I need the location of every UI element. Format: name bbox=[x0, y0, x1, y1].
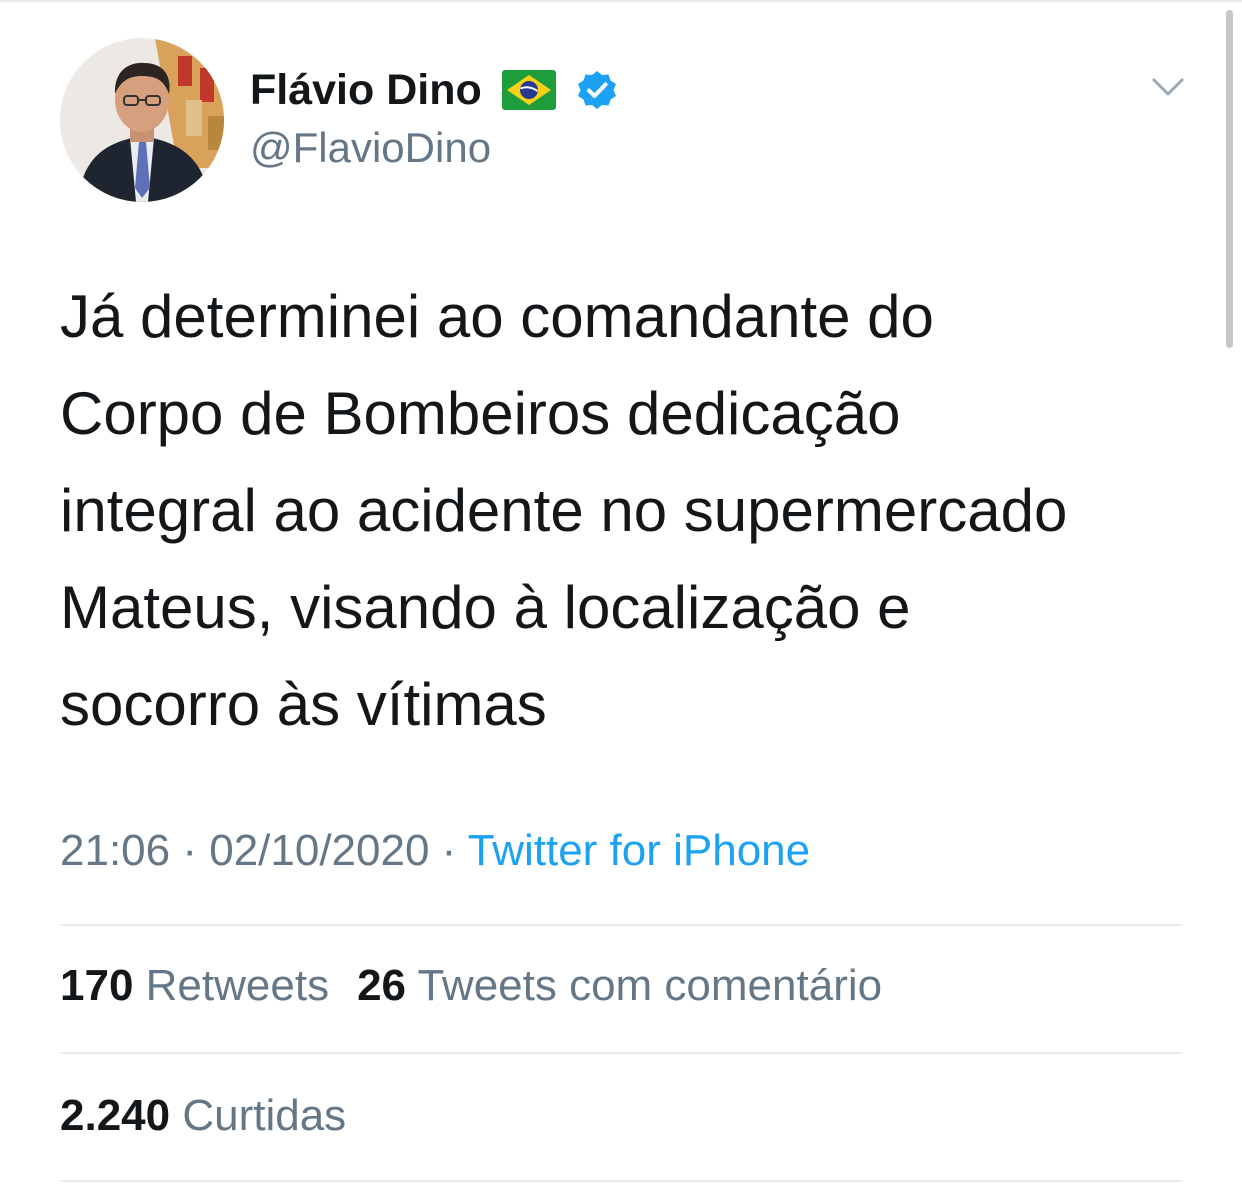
tweet-text-line: Corpo de Bombeiros dedicação bbox=[60, 380, 901, 447]
tweet-source-link[interactable]: Twitter for iPhone bbox=[468, 826, 810, 875]
author-name-row[interactable]: Flávio Dino bbox=[250, 62, 618, 118]
tweet-date: 02/10/2020 bbox=[209, 826, 430, 875]
tweet-text-line: Mateus, visando à localização e bbox=[60, 574, 911, 641]
verified-badge-icon bbox=[576, 69, 618, 111]
meta-separator: · bbox=[429, 826, 468, 875]
retweets-count: 170 bbox=[60, 961, 134, 1010]
retweets-stat[interactable]: 170 Retweets bbox=[60, 961, 329, 1010]
quote-tweets-count: 26 bbox=[357, 961, 407, 1010]
chevron-down-icon[interactable] bbox=[1148, 72, 1188, 102]
profile-photo bbox=[60, 38, 224, 202]
tweet-text: Já determinei ao comandante do Corpo de … bbox=[60, 268, 1200, 753]
divider bbox=[60, 1180, 1182, 1182]
top-divider bbox=[0, 0, 1242, 2]
retweets-label: Retweets bbox=[145, 961, 330, 1010]
likes-stat[interactable]: 2.240 Curtidas bbox=[60, 1091, 346, 1140]
quote-tweets-label: Tweets com comentário bbox=[417, 961, 883, 1010]
scrollbar[interactable] bbox=[1226, 10, 1233, 348]
likes-count: 2.240 bbox=[60, 1091, 171, 1140]
author-display-name[interactable]: Flávio Dino bbox=[250, 66, 482, 115]
tweet-meta: 21:06 · 02/10/2020 · Twitter for iPhone bbox=[60, 826, 810, 876]
tweet-time: 21:06 bbox=[60, 826, 171, 875]
quote-tweets-stat[interactable]: 26 Tweets com comentário bbox=[357, 961, 882, 1010]
tweet-detail-page: Flávio Dino @FlavioDino Já determinei ao… bbox=[0, 0, 1242, 1192]
author-handle[interactable]: @FlavioDino bbox=[250, 124, 491, 172]
tweet-text-line: socorro às vítimas bbox=[60, 671, 547, 738]
meta-separator: · bbox=[170, 826, 210, 875]
tweet-text-line: Já determinei ao comandante do bbox=[60, 283, 934, 350]
avatar[interactable] bbox=[60, 38, 224, 202]
divider bbox=[60, 924, 1182, 926]
brazil-flag-icon bbox=[501, 70, 556, 110]
likes-label: Curtidas bbox=[182, 1091, 347, 1140]
tweet-text-line: integral ao acidente no supermercado bbox=[60, 477, 1068, 544]
engagement-stats-row: 170 Retweets 26 Tweets com comentário bbox=[60, 961, 882, 1011]
divider bbox=[60, 1052, 1182, 1054]
likes-stat-row: 2.240 Curtidas bbox=[60, 1091, 346, 1141]
